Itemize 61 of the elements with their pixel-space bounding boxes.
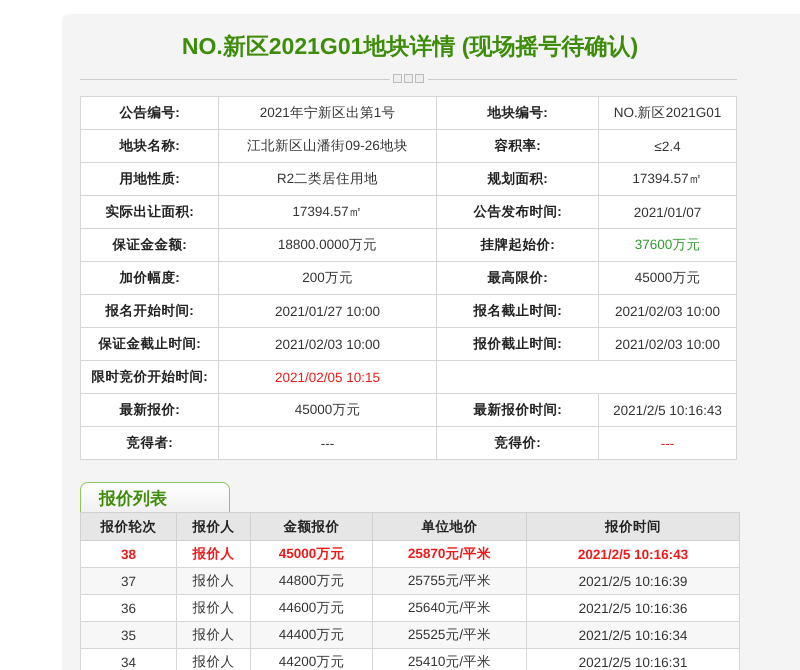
field-value: --- [218,426,436,460]
field-label: 挂牌起始价: [436,228,598,262]
field-label: 保证金金额: [80,228,218,262]
table-cell: 44800万元 [250,568,372,594]
field-value: ≤2.4 [598,130,736,162]
column-header: 报价人 [176,512,250,540]
field-label: 公告编号: [80,96,218,130]
field-value: 45000万元 [218,394,436,426]
field-value: 45000万元 [598,262,736,294]
field-value: R2二类居住用地 [218,162,436,196]
field-label: 加价幅度: [80,262,218,294]
field-value: 17394.57㎡ [218,196,436,228]
column-header: 报价轮次 [80,512,176,540]
field-value: NO.新区2021G01 [598,96,736,130]
field-label: 地块名称: [80,130,218,162]
page-title: NO.新区2021G01地块详情 (现场摇号待确认) [180,32,640,61]
field-value: 17394.57㎡ [598,162,736,196]
field-label: 竞得者: [80,426,218,460]
field-label: 限时竞价开始时间: [80,360,218,394]
field-value: 江北新区山潘街09-26地块 [218,130,436,162]
field-label: 公告发布时间: [436,196,598,228]
field-value: 2021/02/03 10:00 [598,328,736,360]
table-cell: 25525元/平米 [372,622,526,648]
field-label: 竞得价: [436,426,598,460]
field-value: 2021/01/07 [598,196,736,228]
table-cell: 2021/2/5 10:16:39 [526,568,740,594]
column-header: 报价时间 [526,512,740,540]
field-value: 200万元 [218,262,436,294]
field-label: 地块编号: [436,96,598,130]
field-label: 最新报价: [80,394,218,426]
table-cell: 34 [80,648,176,670]
field-value: 2021/02/03 10:00 [218,328,436,360]
field-value: 2021/02/03 10:00 [598,294,736,328]
table-cell: 2021/2/5 10:16:34 [526,622,740,648]
field-label: 最高限价: [436,262,598,294]
column-header: 金额报价 [250,512,372,540]
field-label: 用地性质: [80,162,218,196]
field-label: 报名截止时间: [436,294,598,328]
table-cell: 44400万元 [250,622,372,648]
field-label: 实际出让面积: [80,196,218,228]
field-value: 2021/02/05 10:15 [218,360,436,394]
dots-icon [392,74,424,84]
table-cell: 25755元/平米 [372,568,526,594]
field-value: --- [598,426,736,460]
field-value: 18800.0000万元 [218,228,436,262]
section-tab[interactable]: 报价列表 [80,482,230,512]
table-cell: 报价人 [176,568,250,594]
table-cell: 35 [80,622,176,648]
field-label: 报名开始时间: [80,294,218,328]
field-label: 容积率: [436,130,598,162]
field-value: 37600万元 [598,228,736,262]
table-cell: 报价人 [176,622,250,648]
field-label: 规划面积: [436,162,598,196]
table-cell: 37 [80,568,176,594]
field-value: 2021年宁新区出第1号 [218,96,436,130]
field-value: 2021/01/27 10:00 [218,294,436,328]
field-label: 保证金截止时间: [80,328,218,360]
field-label: 最新报价时间: [436,394,598,426]
field-label: 报价截止时间: [436,328,598,360]
column-header: 单位地价 [372,512,526,540]
field-value: 2021/2/5 10:16:43 [598,394,736,426]
